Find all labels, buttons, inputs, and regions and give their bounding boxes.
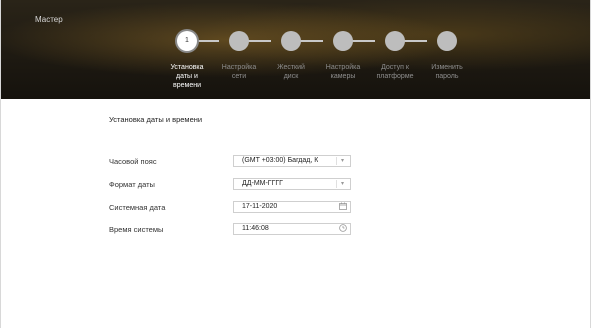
field-divider bbox=[336, 180, 337, 188]
step-1-indicator[interactable]: 1 bbox=[177, 31, 197, 51]
timezone-label: Часовой пояс bbox=[109, 157, 157, 166]
system-time-value: 11:46:08 bbox=[242, 225, 269, 232]
system-date-input[interactable]: 17-11-2020 bbox=[233, 201, 351, 213]
system-date-label: Системная дата bbox=[109, 203, 166, 212]
date-format-row: Формат даты ДД-ММ-ГГГГ ▾ bbox=[109, 178, 369, 192]
wizard-stepper: 1 Установка даты и времени Настройка сет… bbox=[167, 26, 467, 96]
step-6-label[interactable]: Изменить пароль bbox=[424, 63, 470, 81]
date-format-select[interactable]: ДД-ММ-ГГГГ ▾ bbox=[233, 178, 351, 190]
step-4-label[interactable]: Настройка камеры bbox=[320, 63, 366, 81]
clock-icon[interactable] bbox=[338, 224, 347, 234]
chevron-down-icon[interactable]: ▾ bbox=[338, 156, 347, 166]
calendar-icon[interactable] bbox=[338, 202, 347, 212]
system-time-label: Время системы bbox=[109, 225, 164, 234]
step-2-indicator[interactable] bbox=[229, 31, 249, 51]
step-3-indicator[interactable] bbox=[281, 31, 301, 51]
step-6-indicator[interactable] bbox=[437, 31, 457, 51]
wizard-header: Мастер 1 Установка даты и времени Настро… bbox=[1, 0, 590, 99]
chevron-down-icon[interactable]: ▾ bbox=[338, 179, 347, 189]
system-date-row: Системная дата 17-11-2020 bbox=[109, 201, 369, 215]
step-1-label[interactable]: Установка даты и времени bbox=[164, 63, 210, 90]
system-time-input[interactable]: 11:46:08 bbox=[233, 223, 351, 235]
step-3-label[interactable]: Жесткий диск bbox=[268, 63, 314, 81]
step-5-label[interactable]: Доступ к платформе bbox=[372, 63, 418, 81]
step-5-indicator[interactable] bbox=[385, 31, 405, 51]
system-time-row: Время системы 11:46:08 bbox=[109, 223, 369, 237]
date-format-label: Формат даты bbox=[109, 180, 155, 189]
field-divider bbox=[336, 157, 337, 165]
step-4-indicator[interactable] bbox=[333, 31, 353, 51]
timezone-select[interactable]: (GMT +03:00) Багдад, К ▾ bbox=[233, 155, 351, 167]
timezone-row: Часовой пояс (GMT +03:00) Багдад, К ▾ bbox=[109, 155, 369, 169]
wizard-content: Установка даты и времени Часовой пояс (G… bbox=[1, 99, 590, 328]
wizard-window: Мастер 1 Установка даты и времени Настро… bbox=[0, 0, 591, 328]
window-title: Мастер bbox=[35, 15, 63, 24]
timezone-value: (GMT +03:00) Багдад, К bbox=[242, 157, 319, 164]
section-title: Установка даты и времени bbox=[109, 115, 203, 124]
date-format-value: ДД-ММ-ГГГГ bbox=[242, 180, 283, 187]
step-2-label[interactable]: Настройка сети bbox=[216, 63, 262, 81]
system-date-value: 17-11-2020 bbox=[242, 203, 278, 210]
